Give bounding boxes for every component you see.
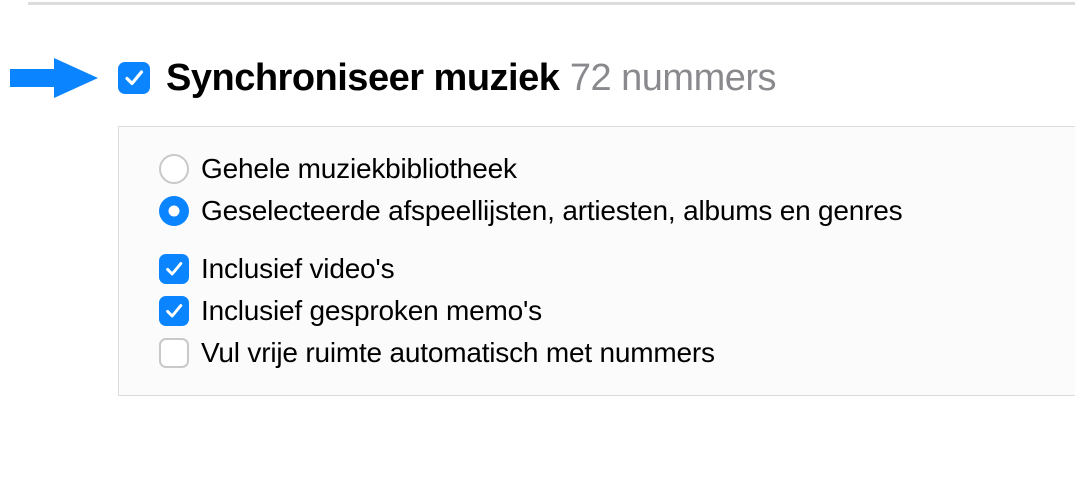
- checkbox-include-videos[interactable]: [159, 254, 189, 284]
- checkbox-row-include-videos: Inclusief video's: [159, 253, 1045, 285]
- label-include-voice-memos: Inclusief gesproken memo's: [201, 295, 542, 327]
- sync-music-header: Synchroniseer muziek 72 nummers: [10, 56, 1075, 100]
- sync-options-panel: Gehele muziekbibliotheek Geselecteerde a…: [118, 126, 1075, 396]
- header-text: Synchroniseer muziek 72 nummers: [166, 57, 776, 100]
- top-divider: [28, 2, 1075, 5]
- pointer-arrow-icon: [10, 56, 102, 100]
- sync-music-title: Synchroniseer muziek: [166, 57, 559, 99]
- label-autofill: Vul vrije ruimte automatisch met nummers: [201, 337, 715, 369]
- radio-selected-items[interactable]: [159, 196, 189, 226]
- checkbox-row-autofill: Vul vrije ruimte automatisch met nummers: [159, 337, 1045, 369]
- sync-music-checkbox[interactable]: [118, 62, 150, 94]
- radio-row-selected-items: Geselecteerde afspeellijsten, artiesten,…: [159, 195, 1045, 227]
- checkbox-include-voice-memos[interactable]: [159, 296, 189, 326]
- label-include-videos: Inclusief video's: [201, 253, 394, 285]
- label-entire-library: Gehele muziekbibliotheek: [201, 153, 517, 185]
- checkbox-row-include-voice-memos: Inclusief gesproken memo's: [159, 295, 1045, 327]
- radio-row-entire-library: Gehele muziekbibliotheek: [159, 153, 1045, 185]
- checkbox-autofill[interactable]: [159, 338, 189, 368]
- label-selected-items: Geselecteerde afspeellijsten, artiesten,…: [201, 195, 902, 227]
- radio-entire-library[interactable]: [159, 154, 189, 184]
- sync-music-count: 72 nummers: [570, 57, 776, 99]
